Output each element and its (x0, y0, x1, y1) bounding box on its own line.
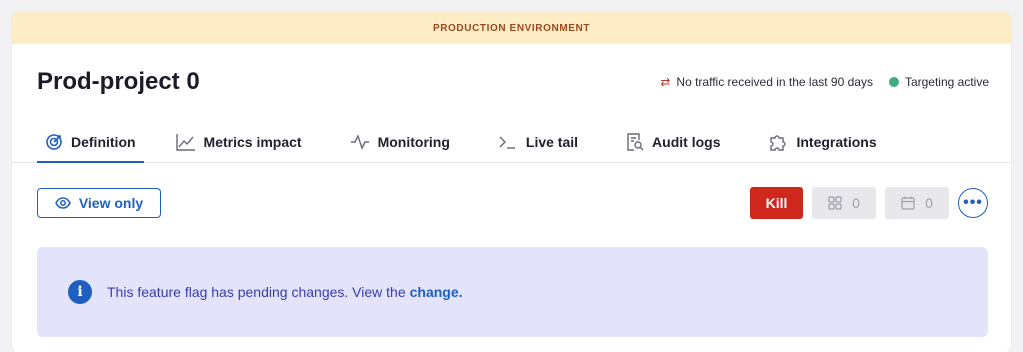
line-chart-icon (175, 134, 195, 151)
terminal-icon (499, 136, 515, 149)
pulse-icon (350, 134, 369, 150)
segments-button[interactable]: 0 (812, 187, 876, 219)
tab-label: Definition (71, 134, 136, 150)
tab-bar: Definition Metrics impact Monitoring Liv… (12, 122, 1011, 163)
ellipsis-icon: ••• (963, 194, 983, 211)
view-only-button[interactable]: View only (37, 188, 161, 218)
tab-label: Monitoring (377, 134, 450, 150)
header: Prod-project 0 ⇄ No traffic received in … (37, 64, 989, 100)
action-group: Kill 0 0 ••• (750, 187, 988, 219)
eye-icon (54, 197, 71, 209)
tab-definition[interactable]: Definition (37, 122, 144, 163)
feature-flag-card: PRODUCTION ENVIRONMENT Prod-project 0 ⇄ … (12, 12, 1011, 352)
pending-changes-notice: i This feature flag has pending changes.… (37, 247, 988, 337)
calendar-icon (901, 196, 915, 210)
traffic-status-label: No traffic received in the last 90 days (676, 75, 873, 89)
tab-label: Metrics impact (203, 134, 302, 150)
tab-audit-logs[interactable]: Audit logs (618, 122, 728, 162)
schedules-count: 0 (925, 195, 933, 211)
tab-label: Audit logs (652, 134, 721, 150)
view-only-label: View only (78, 195, 144, 211)
traffic-status: ⇄ No traffic received in the last 90 day… (660, 75, 873, 89)
tab-label: Live tail (525, 134, 579, 150)
puzzle-icon (770, 135, 787, 151)
tab-live-tail[interactable]: Live tail (490, 122, 586, 162)
segments-count: 0 (852, 195, 860, 211)
status-bar: ⇄ No traffic received in the last 90 day… (644, 75, 989, 89)
change-link[interactable]: change. (410, 284, 463, 300)
status-dot-icon (888, 77, 899, 87)
grid-icon (828, 196, 842, 210)
targeting-status-label: Targeting active (904, 75, 989, 89)
environment-banner: PRODUCTION ENVIRONMENT (12, 12, 1011, 44)
notice-text: This feature flag has pending changes. V… (107, 284, 406, 300)
schedules-button[interactable]: 0 (885, 187, 949, 219)
document-search-icon (627, 133, 644, 151)
tab-label: Integrations (796, 134, 877, 150)
target-icon (46, 134, 62, 150)
toolbar: View only Kill 0 0 ••• (37, 187, 988, 219)
info-icon: i (68, 280, 92, 304)
tab-monitoring[interactable]: Monitoring (342, 122, 458, 162)
kill-button[interactable]: Kill (750, 187, 803, 219)
targeting-status: Targeting active (888, 75, 989, 89)
arrows-swap-icon: ⇄ (660, 75, 671, 89)
more-options-button[interactable]: ••• (958, 188, 988, 218)
tab-integrations[interactable]: Integrations (760, 122, 884, 162)
page-title: Prod-project 0 (37, 68, 200, 95)
tab-metrics-impact[interactable]: Metrics impact (168, 122, 310, 162)
